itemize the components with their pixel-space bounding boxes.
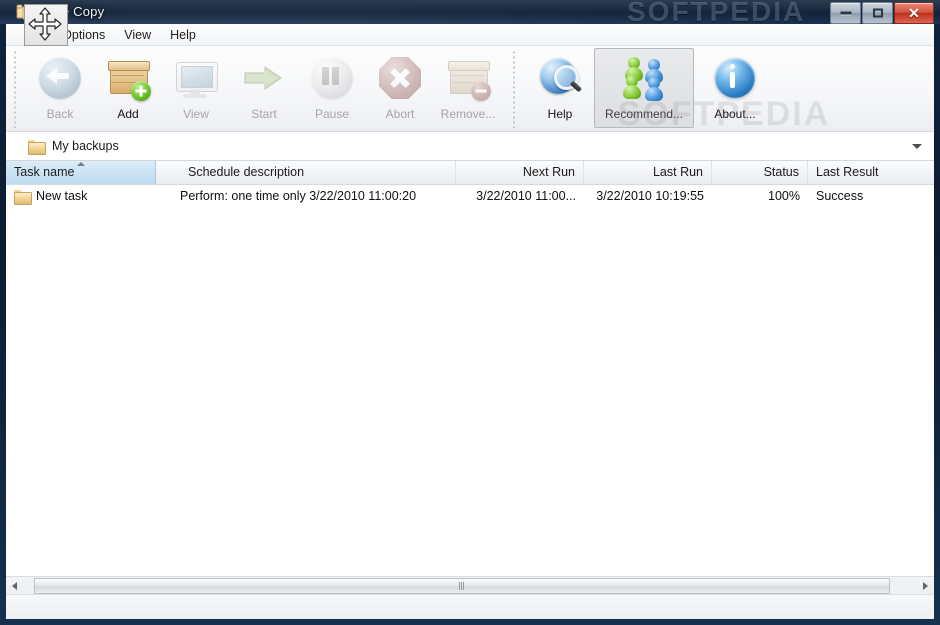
scrollbar-thumb[interactable]	[34, 577, 890, 594]
toolbar-label-add: Add	[117, 107, 139, 121]
toolbar-separator	[512, 50, 516, 128]
close-icon: ✕	[908, 5, 920, 21]
scroll-right-icon	[923, 581, 928, 590]
status-bar	[6, 594, 934, 619]
scroll-right-button[interactable]	[917, 578, 934, 594]
toolbar-label-start: Start	[251, 107, 277, 121]
column-label-status: Status	[763, 165, 799, 179]
sort-ascending-icon	[76, 162, 85, 166]
help-search-icon	[537, 55, 583, 101]
path-combobox-inner: My backups	[28, 139, 912, 155]
cell-schedule-description: Perform: one time only 3/22/2010 11:00:2…	[180, 189, 417, 203]
toolbar: Back Add View Start Pause Abort Remove..…	[6, 46, 934, 146]
monitor-icon	[173, 55, 219, 101]
toolbar-button-back[interactable]: Back	[26, 48, 94, 128]
toolbar-label-help: Help	[547, 107, 573, 121]
move-cursor-icon	[24, 4, 68, 46]
scroll-left-icon	[12, 581, 17, 590]
maximize-button[interactable]	[862, 2, 893, 24]
path-combobox[interactable]: My backups	[6, 132, 934, 161]
recommend-people-icon	[621, 55, 667, 101]
toolbar-button-add[interactable]: Add	[94, 48, 162, 128]
toolbar-button-start[interactable]: Start	[230, 48, 298, 128]
toolbar-button-remove[interactable]: Remove...	[434, 48, 502, 128]
column-header-next-run[interactable]: Next Run	[456, 161, 584, 184]
horizontal-scrollbar[interactable]	[6, 576, 934, 594]
toolbar-label-pause: Pause	[314, 107, 350, 121]
path-value: My backups	[52, 139, 119, 153]
title-bar: Drive Copy SOFTPEDIA ✕	[0, 0, 940, 24]
scroll-left-button[interactable]	[6, 578, 23, 594]
table-row[interactable]: New task Perform: one time only 3/22/201…	[6, 185, 934, 207]
abort-stop-icon	[377, 55, 423, 101]
cell-task-name-text: New task	[36, 189, 88, 203]
list-header-row: Task name Schedule description Next Run …	[6, 161, 934, 185]
toolbar-button-abort[interactable]: Abort	[366, 48, 434, 128]
cell-next-run: 3/22/2010 11:00...	[476, 189, 576, 203]
column-header-status[interactable]: Status	[712, 161, 808, 184]
cell-task-name: New task	[6, 185, 156, 207]
toolbar-grip[interactable]	[13, 50, 17, 128]
column-label-schedule-description: Schedule description	[188, 165, 305, 179]
cell-last-result: Success	[816, 189, 864, 203]
folder-icon	[28, 139, 46, 155]
toolbar-label-remove: Remove...	[440, 107, 496, 121]
cell-status: 100%	[768, 189, 800, 203]
scrollbar-grip-icon	[459, 581, 465, 590]
title-bar-gloss	[0, 0, 940, 24]
application-window: Drive Copy SOFTPEDIA ✕ File Options View…	[0, 0, 940, 625]
toolbar-button-help[interactable]: Help	[526, 48, 594, 128]
menu-item-view[interactable]: View	[115, 26, 160, 44]
row-folder-icon	[14, 189, 32, 205]
toolbar-button-pause[interactable]: Pause	[298, 48, 366, 128]
task-list-view[interactable]: Task name Schedule description Next Run …	[6, 161, 934, 576]
column-header-last-result[interactable]: Last Result	[808, 161, 933, 184]
minimize-button[interactable]	[830, 2, 861, 24]
column-header-last-run[interactable]: Last Run	[584, 161, 712, 184]
maximize-icon	[872, 8, 883, 18]
toolbar-button-about[interactable]: About...	[694, 48, 776, 128]
menu-item-help[interactable]: Help	[161, 26, 205, 44]
pause-icon	[309, 55, 355, 101]
minimize-icon	[840, 11, 851, 15]
toolbar-label-about: About...	[714, 107, 756, 121]
cell-last-run: 3/22/2010 10:19:55	[596, 189, 704, 203]
column-label-last-result: Last Result	[816, 165, 879, 179]
toolbar-label-recommend: Recommend...	[604, 107, 684, 121]
about-info-icon	[712, 55, 758, 101]
column-label-task-name: Task name	[14, 165, 75, 179]
chevron-down-icon[interactable]	[912, 143, 922, 149]
toolbar-label-abort: Abort	[385, 107, 415, 121]
toolbar-button-recommend[interactable]: Recommend...	[594, 48, 694, 128]
column-label-last-run: Last Run	[652, 165, 703, 179]
toolbar-buttons: Back Add View Start Pause Abort Remove..…	[26, 48, 776, 130]
toolbar-label-back: Back	[46, 107, 74, 121]
column-header-task-name[interactable]: Task name	[6, 161, 156, 184]
add-box-icon	[105, 55, 151, 101]
column-label-next-run: Next Run	[522, 165, 575, 179]
scrollbar-track[interactable]	[23, 577, 917, 594]
column-header-schedule-description[interactable]: Schedule description	[156, 161, 456, 184]
menu-bar: File Options View Help	[6, 24, 934, 46]
start-arrow-icon	[241, 55, 287, 101]
window-controls: ✕	[830, 2, 934, 24]
close-button[interactable]: ✕	[894, 2, 934, 24]
back-arrow-icon	[37, 55, 83, 101]
toolbar-button-view[interactable]: View	[162, 48, 230, 128]
toolbar-label-view: View	[183, 107, 209, 121]
remove-box-icon	[445, 55, 491, 101]
